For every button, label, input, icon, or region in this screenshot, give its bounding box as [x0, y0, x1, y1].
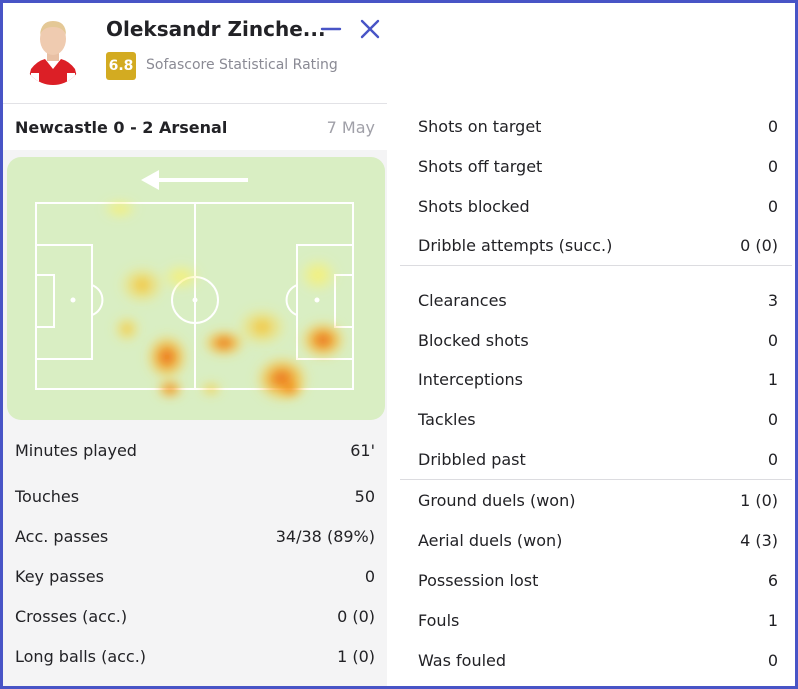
rating-label: Sofascore Statistical Rating	[146, 57, 338, 73]
stat-label: Tackles	[418, 409, 476, 429]
stat-row: Key passes 0	[15, 561, 375, 591]
stat-label: Blocked shots	[418, 330, 529, 350]
stat-value: 0	[767, 650, 778, 670]
stat-value: 0	[767, 196, 778, 216]
match-row[interactable]: Newcastle 0 - 2 Arsenal 7 May	[3, 104, 387, 150]
match-date: 7 May	[326, 118, 375, 137]
close-icon	[360, 19, 380, 39]
stat-value: 0	[364, 566, 375, 586]
stat-row: Interceptions 1	[418, 364, 778, 394]
avatar	[23, 13, 83, 85]
stat-value: 1	[767, 610, 778, 630]
stat-label: Acc. passes	[15, 526, 109, 546]
stat-label: Long balls (acc.)	[15, 646, 147, 666]
stat-label: Dribbled past	[418, 449, 526, 469]
stat-row: Fouls 1	[418, 605, 778, 635]
stat-value: 0	[767, 156, 778, 176]
close-button[interactable]	[358, 17, 382, 41]
stat-row: Shots on target 0	[418, 111, 778, 141]
minimize-icon	[320, 27, 342, 31]
stat-row: Crosses (acc.) 0 (0)	[15, 601, 375, 631]
stat-label: Clearances	[418, 290, 507, 310]
stat-row: Possession lost 6	[418, 565, 778, 595]
stat-value: 0	[767, 409, 778, 429]
heatmap	[7, 157, 385, 420]
stat-row: Ground duels (won) 1 (0)	[418, 485, 778, 515]
stat-value: 1	[767, 369, 778, 389]
stat-label: Touches	[15, 486, 80, 506]
stat-row: Was fouled 0	[418, 645, 778, 675]
stat-row: Aerial duels (won) 4 (3)	[418, 525, 778, 555]
rating-badge: 6.8	[106, 52, 136, 80]
stat-label: Shots on target	[418, 116, 542, 136]
stat-label: Dribble attempts (succ.)	[418, 235, 613, 255]
stat-row: Long balls (acc.) 1 (0)	[15, 641, 375, 671]
stat-label: Crosses (acc.)	[15, 606, 128, 626]
player-name: Oleksandr Zinche...	[106, 17, 326, 41]
minimize-button[interactable]	[319, 17, 343, 41]
stat-label: Ground duels (won)	[418, 490, 576, 510]
stat-value: 1 (0)	[337, 646, 375, 666]
stat-row: Shots off target 0	[418, 151, 778, 181]
stat-label: Shots off target	[418, 156, 543, 176]
stat-value: 61'	[350, 440, 375, 460]
stat-row: Tackles 0	[418, 404, 778, 434]
stat-row: Minutes played 61'	[15, 435, 375, 465]
stat-label: Minutes played	[15, 440, 137, 460]
stat-label: Was fouled	[418, 650, 507, 670]
stat-label: Fouls	[418, 610, 460, 630]
stat-value: 34/38 (89%)	[275, 526, 375, 546]
stat-value: 6	[767, 570, 778, 590]
stat-value: 1 (0)	[740, 490, 778, 510]
stat-row: Blocked shots 0	[418, 325, 778, 355]
stat-label: Interceptions	[418, 369, 523, 389]
match-title: Newcastle 0 - 2 Arsenal	[15, 118, 228, 137]
player-header: Oleksandr Zinche... 6.8 Sofascore Statis…	[3, 3, 387, 104]
section-divider	[400, 479, 792, 480]
stat-value: 4 (3)	[740, 530, 778, 550]
stat-value: 0 (0)	[337, 606, 375, 626]
stat-row: Touches 50	[15, 481, 375, 511]
stat-row: Acc. passes 34/38 (89%)	[15, 521, 375, 551]
stat-row: Dribbled past 0	[418, 444, 778, 474]
stat-row: Shots blocked 0	[418, 191, 778, 221]
stat-label: Shots blocked	[418, 196, 530, 216]
section-divider	[400, 265, 792, 266]
stat-value: 0	[767, 116, 778, 136]
stat-value: 50	[354, 486, 375, 506]
stat-value: 0	[767, 449, 778, 469]
stat-value: 0	[767, 330, 778, 350]
stat-row: Clearances 3	[418, 285, 778, 315]
stat-value: 3	[767, 290, 778, 310]
stat-value: 0 (0)	[740, 235, 778, 255]
stat-label: Possession lost	[418, 570, 539, 590]
stat-row: Dribble attempts (succ.) 0 (0)	[418, 230, 778, 260]
stat-label: Key passes	[15, 566, 104, 586]
stat-label: Aerial duels (won)	[418, 530, 563, 550]
